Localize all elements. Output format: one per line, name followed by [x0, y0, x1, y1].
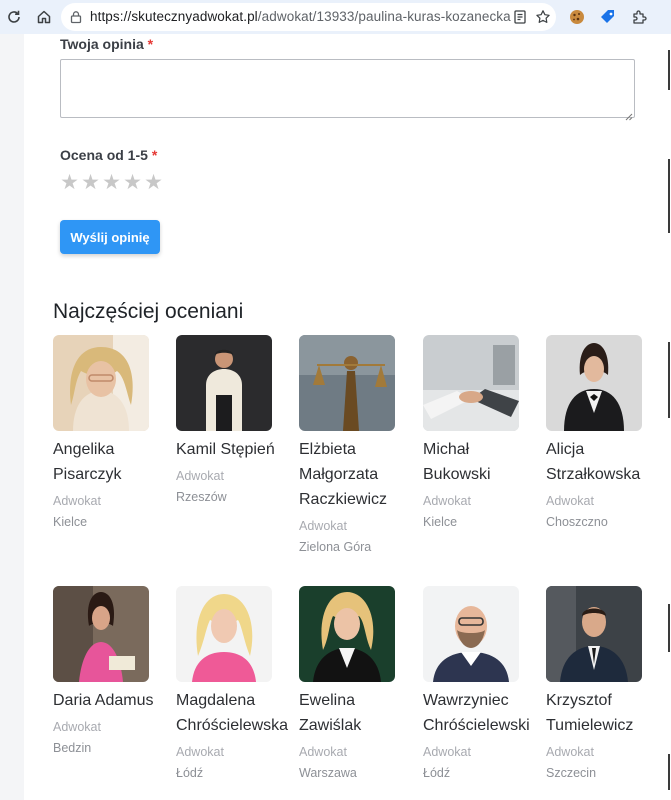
lawyer-photo[interactable]: [176, 335, 272, 431]
lawyer-card[interactable]: Krzysztof Tumielewicz Adwokat Szczecin: [546, 586, 664, 782]
lawyer-photo[interactable]: [53, 335, 149, 431]
lawyer-name[interactable]: Michał Bukowski: [423, 437, 541, 487]
lawyer-role: Adwokat: [423, 745, 471, 759]
star-2-icon[interactable]: ★: [81, 172, 100, 193]
scrollbar[interactable]: [664, 34, 671, 800]
lawyer-city: Łódź: [176, 766, 204, 780]
left-gutter: [0, 34, 24, 800]
tag-extension-icon[interactable]: [597, 6, 619, 28]
lawyer-city: Bedzin: [53, 741, 92, 755]
lawyer-name[interactable]: Magdalena Chróścielewska: [176, 688, 294, 738]
lawyer-name[interactable]: Kamil Stępień: [176, 437, 294, 462]
url-text[interactable]: https://skutecznyadwokat.pl/adwokat/1393…: [90, 9, 511, 24]
lawyer-name[interactable]: Ewelina Zawiślak: [299, 688, 417, 738]
lawyer-city: Choszczno: [546, 515, 608, 529]
star-3-icon[interactable]: ★: [102, 172, 121, 193]
lawyer-role: Adwokat: [423, 494, 471, 508]
lawyer-city: Rzeszów: [176, 490, 227, 504]
lawyer-role: Adwokat: [299, 745, 347, 759]
lawyer-photo[interactable]: [546, 335, 642, 431]
lawyer-photo[interactable]: [299, 586, 395, 682]
required-mark: *: [147, 36, 154, 52]
url-path: /adwokat/13933/paulina-kuras-kozanecka: [257, 9, 511, 24]
lawyer-city: Warszawa: [299, 766, 357, 780]
lawyer-name[interactable]: Elżbieta Małgorzata Raczkiewicz: [299, 437, 417, 512]
lawyer-photo[interactable]: [423, 586, 519, 682]
page-content: Twoja opinia * Ocena od 1-5 * ★ ★ ★ ★ ★ …: [0, 34, 671, 800]
lawyer-photo[interactable]: [299, 335, 395, 431]
lawyer-role: Adwokat: [176, 745, 224, 759]
lawyer-role: Adwokat: [299, 519, 347, 533]
reader-mode-icon[interactable]: [512, 9, 528, 25]
lawyer-photo[interactable]: [546, 586, 642, 682]
lawyer-city: Szczecin: [546, 766, 597, 780]
lawyer-city: Zielona Góra: [299, 540, 372, 554]
lawyer-name[interactable]: Angelika Pisarczyk: [53, 437, 171, 487]
opinion-label-text: Twoja opinia: [60, 36, 144, 52]
lawyer-name[interactable]: Alicja Strzałkowska: [546, 437, 664, 487]
lawyer-city: Kielce: [423, 515, 458, 529]
lawyer-role: Adwokat: [546, 745, 594, 759]
lawyer-card[interactable]: Magdalena Chróścielewska Adwokat Łódź: [176, 586, 294, 782]
lawyer-card[interactable]: Angelika Pisarczyk Adwokat Kielce: [53, 335, 171, 531]
submit-opinion-button[interactable]: Wyślij opinię: [60, 220, 160, 254]
bookmark-star-icon[interactable]: [535, 9, 551, 25]
star-5-icon[interactable]: ★: [144, 172, 163, 193]
lawyer-card[interactable]: Wawrzyniec Chróścielewski Adwokat Łódź: [423, 586, 541, 782]
cookie-extension-icon[interactable]: [566, 6, 588, 28]
browser-toolbar: https://skutecznyadwokat.pl/adwokat/1393…: [0, 0, 671, 34]
extensions-puzzle-icon[interactable]: [629, 6, 651, 28]
section-title: Najczęściej oceniani: [53, 300, 244, 323]
rating-label: Ocena od 1-5 *: [60, 147, 157, 163]
opinion-textarea[interactable]: [60, 59, 635, 118]
required-mark: *: [151, 147, 158, 163]
lawyer-role: Adwokat: [546, 494, 594, 508]
lawyer-city: Kielce: [53, 515, 88, 529]
lawyer-card[interactable]: Michał Bukowski Adwokat Kielce: [423, 335, 541, 531]
rating-label-text: Ocena od 1-5: [60, 147, 148, 163]
reload-icon[interactable]: [3, 6, 25, 28]
resize-handle-icon[interactable]: [624, 108, 633, 121]
lawyer-card[interactable]: Elżbieta Małgorzata Raczkiewicz Adwokat …: [299, 335, 417, 556]
lawyer-card[interactable]: Daria Adamus Adwokat Bedzin: [53, 586, 171, 757]
home-icon[interactable]: [33, 6, 55, 28]
lawyer-photo[interactable]: [53, 586, 149, 682]
lawyer-role: Adwokat: [176, 469, 224, 483]
site-info-icon[interactable]: [69, 10, 83, 24]
lawyer-role: Adwokat: [53, 720, 101, 734]
star-1-icon[interactable]: ★: [60, 172, 79, 193]
opinion-label: Twoja opinia *: [60, 36, 153, 52]
address-bar[interactable]: https://skutecznyadwokat.pl/adwokat/1393…: [61, 3, 556, 31]
lawyer-name[interactable]: Wawrzyniec Chróścielewski: [423, 688, 541, 738]
lawyer-city: Łódź: [423, 766, 451, 780]
lawyer-photo[interactable]: [176, 586, 272, 682]
star-4-icon[interactable]: ★: [123, 172, 142, 193]
lawyer-card[interactable]: Ewelina Zawiślak Adwokat Warszawa: [299, 586, 417, 782]
lawyer-name[interactable]: Daria Adamus: [53, 688, 171, 713]
lawyer-card[interactable]: Kamil Stępień Adwokat Rzeszów: [176, 335, 294, 506]
rating-stars[interactable]: ★ ★ ★ ★ ★: [60, 172, 163, 193]
url-host: https://skutecznyadwokat.pl: [90, 9, 258, 24]
lawyer-name[interactable]: Krzysztof Tumielewicz: [546, 688, 664, 738]
lawyer-photo[interactable]: [423, 335, 519, 431]
lawyer-card[interactable]: Alicja Strzałkowska Adwokat Choszczno: [546, 335, 664, 531]
lawyer-role: Adwokat: [53, 494, 101, 508]
